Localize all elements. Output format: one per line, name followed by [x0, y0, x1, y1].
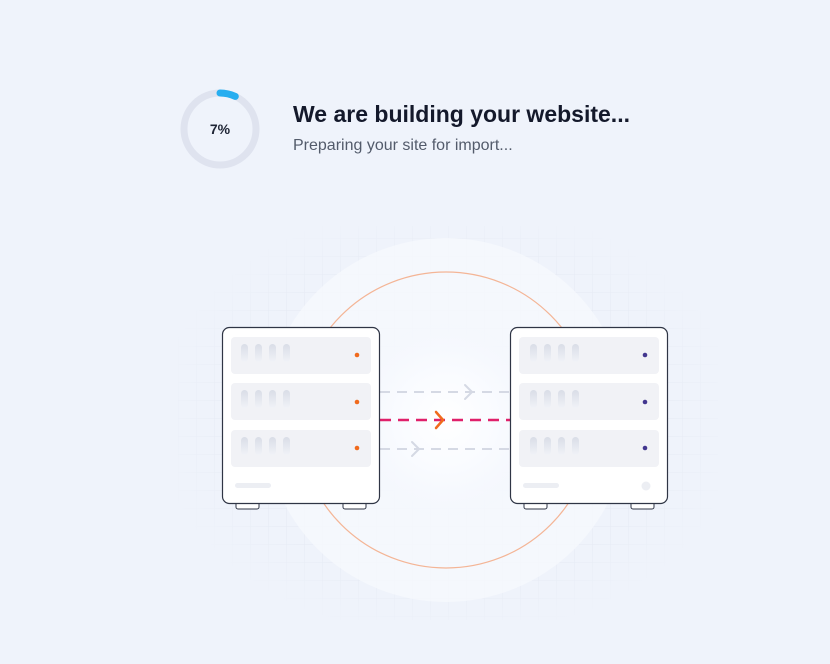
power-button: [641, 481, 651, 491]
page-title: We are building your website...: [293, 101, 630, 127]
status-led: [354, 352, 360, 358]
status-subtitle: Preparing your site for import...: [293, 137, 513, 154]
server-drive-bay: [519, 430, 659, 467]
source-server: [221, 326, 381, 510]
migration-graphic: [178, 220, 718, 620]
status-led: [642, 352, 648, 358]
server-drive-bay: [519, 337, 659, 374]
server-vent: [523, 483, 559, 488]
server-migration-illustration: [178, 220, 718, 620]
status-led: [354, 399, 360, 405]
server-drive-bay: [231, 337, 371, 374]
server-drive-bay: [231, 430, 371, 467]
progress-percent: 7%: [209, 121, 231, 137]
status-led: [354, 445, 360, 451]
server-drive-bay: [519, 383, 659, 420]
server-drive-bay: [231, 383, 371, 420]
progress-ring: 7%: [178, 87, 262, 171]
status-led: [642, 399, 648, 405]
server-vent: [235, 483, 271, 488]
status-led: [642, 445, 648, 451]
target-server: [509, 326, 669, 510]
